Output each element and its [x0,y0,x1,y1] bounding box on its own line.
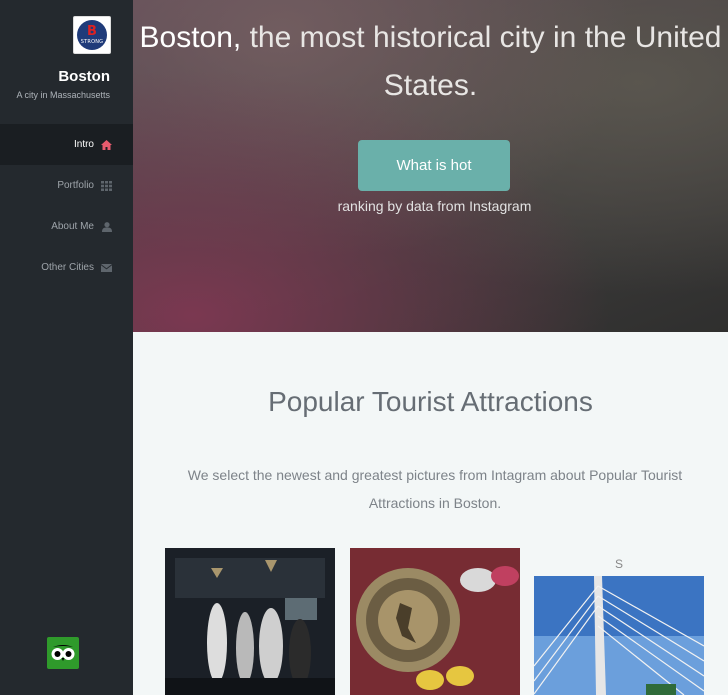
hero-title-city: Boston, [139,21,242,54]
sidebar-item-other-cities[interactable]: Other Cities [0,247,133,288]
attraction-photo-museum[interactable] [165,548,335,695]
tripadvisor-owl-icon[interactable] [47,637,79,669]
hero-title-rest: the most historical city in the United S… [241,21,722,102]
sidebar-item-portfolio[interactable]: Portfolio [0,165,133,206]
sidebar-item-label: About Me [51,221,94,232]
attraction-photo-zakim-bridge[interactable] [534,576,704,695]
hero-title: Boston, the most historical city in the … [133,14,728,110]
what-is-hot-button[interactable]: What is hot [358,140,510,191]
hero-subtitle: ranking by data from Instagram [337,198,532,214]
logo-letter: B [87,23,97,39]
attraction-photo-label: S [614,557,623,571]
hero-banner: Boston, the most historical city in the … [133,0,728,332]
grid-icon [101,180,112,191]
section-title: Popular Tourist Attractions [268,386,593,417]
envelope-icon [101,262,112,273]
attraction-photo-freedom-trail[interactable] [350,548,520,695]
sidebar-item-label: Other Cities [41,262,94,273]
sidebar-item-label: Portfolio [57,180,94,191]
boston-strong-logo[interactable]: B STRONG [73,16,111,54]
section-description: We select the newest and greatest pictur… [187,467,683,511]
sidebar-item-about-me[interactable]: About Me [0,206,133,247]
home-icon [101,139,112,150]
site-title: Boston [58,68,110,85]
site-subtitle: A city in Massachusetts [16,90,110,100]
sidebar-item-label: Intro [73,139,94,150]
logo-word: STRONG [80,38,104,45]
sidebar-item-intro[interactable]: Intro [0,124,133,165]
sidebar: B STRONG Boston A city in Massachusetts … [0,0,133,695]
sidebar-nav: Intro Portfolio About Me Other Cities [0,124,133,288]
user-icon [101,221,112,232]
